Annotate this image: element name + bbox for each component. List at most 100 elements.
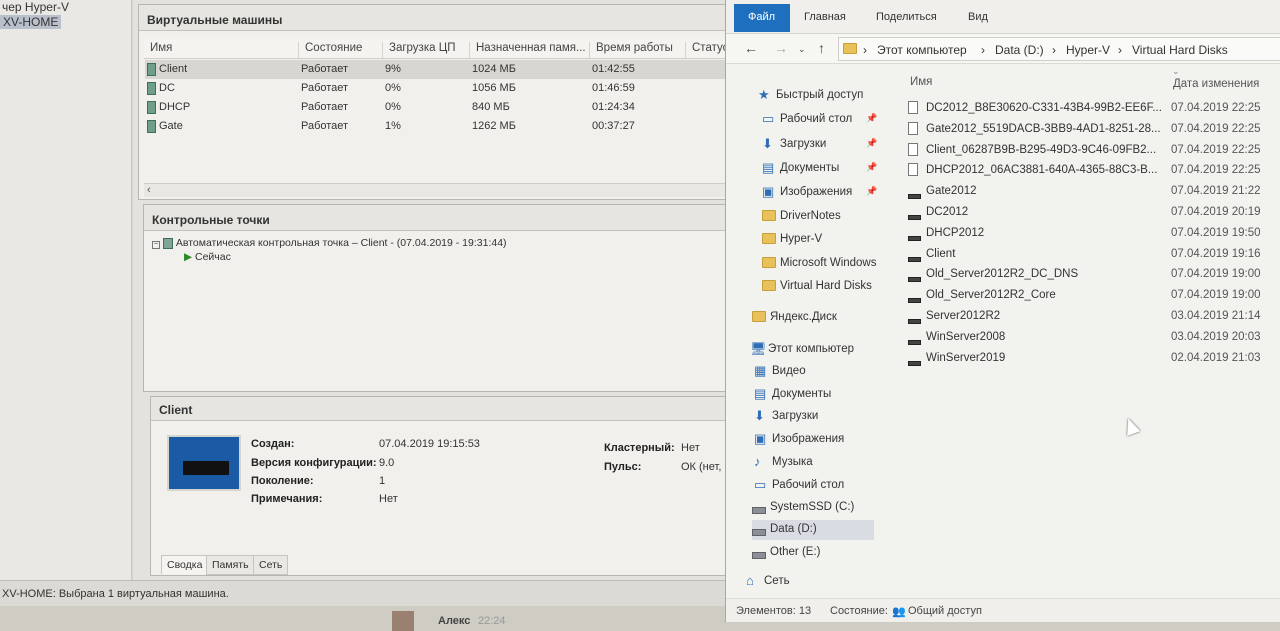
forward-arrow-icon[interactable]: → [774,40,788,56]
pin-icon[interactable]: 📌 [866,186,877,197]
file-row[interactable]: Client 07.04.2019 19:16 [906,244,1280,265]
nav-item[interactable]: ▭ Рабочий стол 📌 [762,110,877,130]
vhd-icon [908,253,921,265]
file-row[interactable]: Gate2012 07.04.2019 21:22 [906,181,1280,202]
nav-item[interactable]: Microsoft Windows [762,254,877,274]
file-row[interactable]: DHCP2012 07.04.2019 19:50 [906,223,1280,244]
vm-state: Работает [301,82,349,94]
path-separator-icon[interactable]: › [1052,43,1056,57]
nav-item-label: Изображения [780,186,853,198]
nav-item[interactable]: DriverNotes [762,207,874,227]
col-state[interactable]: Состояние [299,42,383,58]
nav-item[interactable]: Яндекс.Диск [752,308,874,328]
path-separator-icon[interactable]: › [1118,43,1122,57]
nav-item[interactable]: SystemSSD (C:) [752,498,874,518]
tab-view[interactable]: Вид [968,11,988,23]
nav-item[interactable]: ⬇ Загрузки [754,407,874,427]
created-label: Создан: [251,438,295,450]
file-row[interactable]: DHCP2012_06AC3881-640A-4365-88C3-B... 07.… [906,160,1280,181]
nav-item[interactable]: ▣ Изображения 📌 [762,183,877,203]
path-separator-icon[interactable]: › [981,43,985,57]
nav-item[interactable]: 🖥 Этот компьютер [750,340,874,360]
horizontal-scrollbar[interactable]: ‹ [144,183,729,197]
tab-network[interactable]: Сеть [253,555,289,575]
checkpoint-now[interactable]: ▶ Сейчас [184,251,231,263]
nav-item[interactable]: ★ Быстрый доступ [758,86,874,106]
vm-row[interactable]: DHCP Работает 0% 840 МБ 01:24:34 [145,98,729,117]
crumb-virtual-hard-disks[interactable]: Virtual Hard Disks [1132,43,1228,57]
col-cpu[interactable]: Загрузка ЦП [383,42,470,58]
vm-row[interactable]: Client Работает 9% 1024 МБ 01:42:55 [145,60,729,79]
vhd-icon [908,211,921,223]
nav-item[interactable]: ⬇ Загрузки 📌 [762,135,877,155]
nav-item[interactable]: ▤ Документы [754,385,874,405]
avatar[interactable] [392,611,414,631]
tab-share[interactable]: Поделиться [876,11,937,23]
pin-icon[interactable]: 📌 [866,138,877,149]
nav-item[interactable]: ▤ Документы 📌 [762,159,877,179]
tab-home[interactable]: Главная [804,11,846,23]
file-row[interactable]: Client_06287B9B-B295-49D3-9C46-09FB2... 0… [906,140,1280,161]
file-row[interactable]: Old_Server2012R2_DC_DNS 07.04.2019 19:00 [906,264,1280,285]
tree-item-host[interactable]: XV-HOME [0,15,62,29]
file-row[interactable]: WinServer2008 03.04.2019 20:03 [906,327,1280,348]
share-status: Общий доступ [908,605,982,617]
file-row[interactable]: DC2012_B8E30620-C331-43B4-99B2-EE6F... 07… [906,98,1280,119]
file-date: 07.04.2019 19:00 [1171,268,1261,281]
col-uptime[interactable]: Время работы [590,42,686,58]
nav-item[interactable]: ⌂ Сеть [746,572,874,592]
tree-item-hyperv[interactable]: чер Hyper-V [2,0,69,14]
pin-icon[interactable]: 📌 [866,162,877,173]
nav-item[interactable]: Hyper-V [762,230,874,250]
tab-summary[interactable]: Сводка [161,555,209,574]
nav-item[interactable]: Virtual Hard Disks [762,277,874,297]
created-value: 07.04.2019 19:15:53 [379,438,480,450]
col-name[interactable]: Имя [144,42,299,58]
tab-memory[interactable]: Память [206,555,255,575]
nav-item[interactable]: ▦ Видео [754,362,874,382]
crumb-this-pc[interactable]: Этот компьютер [877,43,967,57]
col-date-modified[interactable]: Дата изменения [1173,78,1259,90]
tab-file[interactable]: Файл [734,4,790,32]
pin-icon[interactable]: 📌 [866,113,877,124]
crumb-data-d[interactable]: Data (D:) [995,43,1044,57]
back-arrow-icon[interactable]: ← [744,40,758,56]
crumb-hyper-v[interactable]: Hyper-V [1066,43,1110,57]
vms-panel-title: Виртуальные машины [139,5,729,31]
checkpoints-panel: Контрольные точки − Автоматическая контр… [143,204,730,392]
vm-row[interactable]: DC Работает 0% 1056 МБ 01:46:59 [145,79,729,98]
scroll-left-icon[interactable]: ‹ [147,184,151,196]
col-memory[interactable]: Назначенная памя... [470,42,590,58]
up-arrow-icon[interactable]: ↑ [818,40,825,56]
file-row[interactable]: DC2012 07.04.2019 20:19 [906,202,1280,223]
path-separator-icon[interactable]: › [863,43,867,57]
nav-item-label: Этот компьютер [768,343,854,355]
notes-value: Нет [379,493,398,505]
vm-uptime: 01:42:55 [592,63,635,75]
vhd-icon [908,357,921,369]
file-date: 07.04.2019 22:25 [1171,122,1261,135]
file-date: 03.04.2019 20:03 [1171,330,1261,343]
file-row[interactable]: Gate2012_5519DACB-3BB9-4AD1-8251-28... 07… [906,119,1280,140]
file-row[interactable]: Server2012R2 03.04.2019 21:14 [906,306,1280,327]
nav-item[interactable]: ▣ Изображения [754,430,874,450]
config-value: 9.0 [379,457,395,469]
file-row[interactable]: WinServer2019 02.04.2019 21:03 [906,348,1280,369]
nav-item[interactable]: ♪ Музыка [754,453,874,473]
recent-dropdown-icon[interactable]: ⌄ [798,44,806,55]
address-bar[interactable]: › Этот компьютер › Data (D:) › Hyper-V ›… [838,37,1280,61]
nav-item[interactable]: Other (E:) [752,543,874,563]
checkpoint-item[interactable]: − Автоматическая контрольная точка – Cli… [152,237,507,249]
hyperv-tree: чер Hyper-V XV-HOME [0,0,132,580]
vm-memory: 1056 МБ [472,82,516,94]
nav-item[interactable]: ▭ Рабочий стол [754,476,874,496]
vm-row[interactable]: Gate Работает 1% 1262 МБ 00:37:27 [145,117,729,136]
vm-thumbnail[interactable] [167,435,241,491]
col-file-name[interactable]: Имя [910,76,932,88]
chat-time: 22:24 [478,615,506,627]
nav-item-label: DriverNotes [780,210,841,222]
file-row[interactable]: Old_Server2012R2_Core 07.04.2019 19:00 [906,285,1280,306]
collapse-icon[interactable]: − [152,241,160,249]
nav-item[interactable]: Data (D:) [752,520,874,540]
file-name: Old_Server2012R2_DC_DNS [926,268,1079,281]
